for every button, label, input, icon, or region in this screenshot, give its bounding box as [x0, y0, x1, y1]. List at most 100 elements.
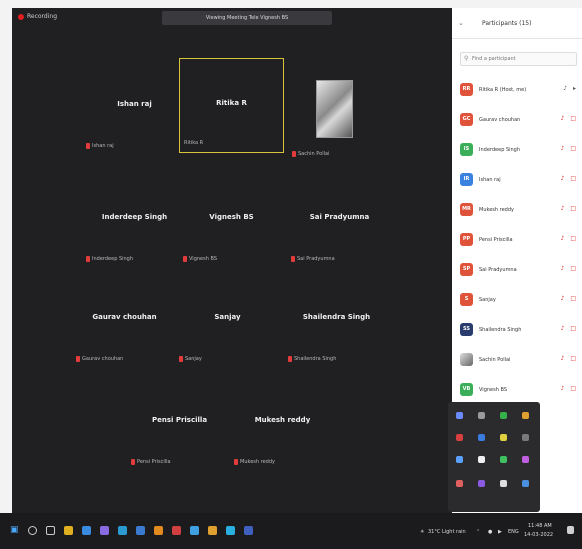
- tray-app-icon[interactable]: [522, 456, 529, 463]
- tray-app-icon[interactable]: [522, 412, 529, 419]
- participant-row[interactable]: PP Pensi Priscilla ♪ □: [452, 226, 582, 256]
- participant-row[interactable]: IS Inderdeep Singh ♪ □: [452, 136, 582, 166]
- tray-app-icon[interactable]: [500, 434, 507, 441]
- participant-search-input[interactable]: [472, 54, 572, 63]
- video-tile[interactable]: Shailendra Singh Shailendra Singh: [284, 273, 389, 368]
- video-tile[interactable]: Vignesh BS Vignesh BS: [179, 173, 284, 268]
- tile-label: Gaurav chouhan: [76, 356, 123, 362]
- tile-label-text: Vignesh BS: [189, 256, 217, 262]
- mic-video-status-icon[interactable]: ♪ □: [561, 325, 578, 332]
- app-icon[interactable]: [190, 526, 199, 535]
- tray-app-icon[interactable]: [522, 434, 529, 441]
- participant-row[interactable]: IR Ishan raj ♪ □: [452, 166, 582, 196]
- tray-app-icon[interactable]: [456, 434, 463, 441]
- file-explorer-icon[interactable]: [64, 526, 73, 535]
- lang-indicator[interactable]: ENG: [508, 529, 519, 535]
- participant-name: Gaurav chouhan: [479, 117, 521, 123]
- volume-icon[interactable]: ▶: [498, 529, 502, 535]
- mic-video-status-icon[interactable]: ♪ □: [561, 355, 578, 362]
- tile-label: Ishan raj: [86, 143, 114, 149]
- participant-name: Sai Pradyumna: [479, 267, 517, 273]
- mic-video-status-icon[interactable]: ♪ □: [561, 175, 578, 182]
- meeting-top-bar: Recording Viewing Meeting Tele Vignesh B…: [12, 8, 452, 30]
- video-tile-active-speaker[interactable]: Ritika R Ritika R: [179, 58, 284, 153]
- tile-label: Shailendra Singh: [288, 356, 336, 362]
- search-icon[interactable]: [28, 526, 37, 535]
- weather-icon[interactable]: ☀: [420, 529, 424, 535]
- tray-chevron-up-icon[interactable]: ⌃: [476, 529, 480, 535]
- participant-name: Ritika R (Host, me): [479, 87, 527, 93]
- mic-video-status-icon[interactable]: ♪ □: [561, 295, 578, 302]
- tile-participant-name: Ishan raj: [117, 100, 152, 108]
- participant-name: Vignesh BS: [479, 387, 507, 393]
- weather-text[interactable]: 31°C Light rain: [428, 529, 466, 535]
- mic-video-status-icon[interactable]: ♪ □: [561, 205, 578, 212]
- edge-browser-icon[interactable]: [118, 526, 127, 535]
- video-tile[interactable]: Sanjay Sanjay: [175, 273, 280, 368]
- zoom-app-icon[interactable]: [82, 526, 91, 535]
- tray-app-icon[interactable]: [478, 412, 485, 419]
- video-tile[interactable]: Gaurav chouhan Gaurav chouhan: [72, 273, 177, 368]
- participant-row[interactable]: SP Sai Pradyumna ♪ □: [452, 256, 582, 286]
- participant-avatar: RR: [460, 83, 473, 96]
- mic-video-status-icon[interactable]: ♪ □: [561, 385, 578, 392]
- mic-video-status-icon[interactable]: ♪ □: [561, 145, 578, 152]
- windows-start-icon[interactable]: ▣: [10, 526, 19, 535]
- tile-label: Sai Pradyumna: [291, 256, 335, 262]
- word-app-icon[interactable]: [136, 526, 145, 535]
- folder-app-icon[interactable]: [154, 526, 163, 535]
- mic-muted-icon: [179, 356, 183, 362]
- tray-app-icon[interactable]: [478, 480, 485, 487]
- video-tile[interactable]: Ishan raj Ishan raj: [82, 60, 187, 155]
- tile-label: Mukesh reddy: [234, 459, 275, 465]
- tray-app-icon[interactable]: [500, 456, 507, 463]
- mic-video-status-icon[interactable]: ♪ □: [561, 235, 578, 242]
- tray-app-icon[interactable]: [456, 412, 463, 419]
- tile-label-text: Ishan raj: [92, 143, 114, 149]
- participant-row[interactable]: SS Shailendra Singh ♪ □: [452, 316, 582, 346]
- tile-label-text: Sachin Pollai: [298, 151, 330, 157]
- participant-avatar: [460, 353, 473, 366]
- network-icon[interactable]: ●: [488, 529, 492, 535]
- participant-row[interactable]: S Sanjay ♪ □: [452, 286, 582, 316]
- app-icon[interactable]: [226, 526, 235, 535]
- recording-indicator[interactable]: Recording: [18, 13, 57, 20]
- clock-date[interactable]: 14-03-2022: [524, 532, 553, 538]
- tray-app-icon[interactable]: [456, 480, 463, 487]
- participant-search[interactable]: ⚲: [460, 52, 577, 66]
- pen-app-icon[interactable]: [100, 526, 109, 535]
- tray-app-icon[interactable]: [478, 434, 485, 441]
- participant-avatar: PP: [460, 233, 473, 246]
- mic-video-status-icon[interactable]: ♪ ▸: [563, 85, 578, 92]
- participant-row[interactable]: GC Gaurav chouhan ♪ □: [452, 106, 582, 136]
- tile-participant-name: Shailendra Singh: [302, 313, 371, 321]
- video-tile[interactable]: Sachin Pollai: [292, 76, 411, 171]
- clock-time[interactable]: 11:48 AM: [528, 523, 552, 529]
- mic-video-status-icon[interactable]: ♪ □: [561, 115, 578, 122]
- participant-row[interactable]: RR Ritika R (Host, me) ♪ ▸: [452, 76, 582, 106]
- video-tile[interactable]: Inderdeep Singh Inderdeep Singh: [82, 173, 187, 268]
- tray-app-icon[interactable]: [456, 456, 463, 463]
- participant-row[interactable]: Sachin Pollai ♪ □: [452, 346, 582, 376]
- tray-app-icon[interactable]: [500, 480, 507, 487]
- mic-muted-icon: [131, 459, 135, 465]
- tray-app-icon[interactable]: [522, 480, 529, 487]
- app-icon[interactable]: [244, 526, 253, 535]
- tray-app-icon[interactable]: [478, 456, 485, 463]
- chevron-down-icon[interactable]: ⌄: [458, 20, 464, 27]
- video-tile[interactable]: Mukesh reddy Mukesh reddy: [230, 376, 335, 471]
- task-view-icon[interactable]: [46, 526, 55, 535]
- participant-name: Mukesh reddy: [479, 207, 514, 213]
- mic-video-status-icon[interactable]: ♪ □: [561, 265, 578, 272]
- participant-row[interactable]: MR Mukesh reddy ♪ □: [452, 196, 582, 226]
- chrome-browser-icon[interactable]: [208, 526, 217, 535]
- video-tile[interactable]: Pensi Priscilla Pensi Priscilla: [127, 376, 232, 471]
- participant-avatar: GC: [460, 113, 473, 126]
- participant-name: Shailendra Singh: [479, 327, 522, 333]
- tray-app-icon[interactable]: [500, 412, 507, 419]
- participant-avatar: SP: [460, 263, 473, 276]
- tile-participant-name: Vignesh BS: [209, 213, 254, 221]
- video-tile[interactable]: Sai Pradyumna Sai Pradyumna: [287, 173, 392, 268]
- powerpoint-app-icon[interactable]: [172, 526, 181, 535]
- notification-icon[interactable]: [567, 526, 574, 534]
